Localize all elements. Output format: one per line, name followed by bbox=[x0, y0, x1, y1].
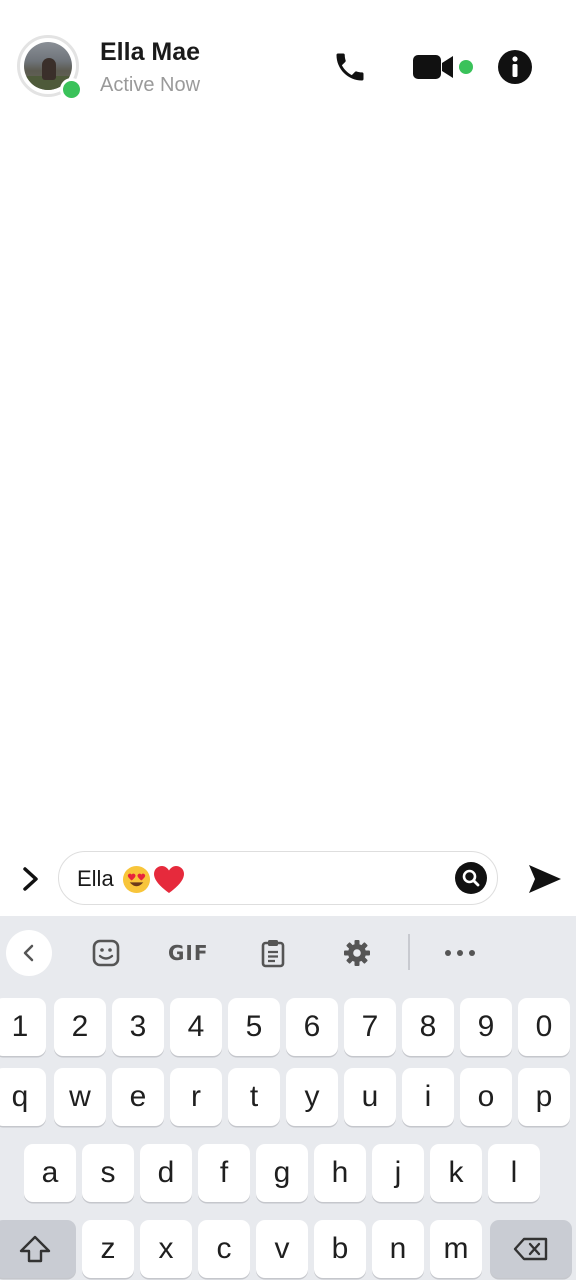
key-y[interactable]: y bbox=[286, 1068, 338, 1126]
key-n[interactable]: n bbox=[372, 1220, 424, 1278]
backspace-key[interactable] bbox=[490, 1220, 572, 1278]
message-thread bbox=[0, 135, 576, 840]
gif-button[interactable]: GIF bbox=[168, 941, 209, 965]
conversation-header: Ella Mae Active Now bbox=[0, 0, 576, 135]
more-dots-icon[interactable] bbox=[444, 949, 476, 957]
heart-eyes-emoji bbox=[122, 865, 151, 894]
key-f[interactable]: f bbox=[198, 1144, 250, 1202]
key-4[interactable]: 4 bbox=[170, 998, 222, 1056]
video-camera-icon[interactable] bbox=[411, 51, 455, 83]
key-p[interactable]: p bbox=[518, 1068, 570, 1126]
phone-icon[interactable] bbox=[332, 49, 368, 85]
key-1[interactable]: 1 bbox=[0, 998, 46, 1056]
video-active-dot bbox=[459, 60, 473, 74]
key-u[interactable]: u bbox=[344, 1068, 396, 1126]
key-d[interactable]: d bbox=[140, 1144, 192, 1202]
shift-icon bbox=[19, 1235, 51, 1263]
contact-name[interactable]: Ella Mae bbox=[100, 38, 200, 67]
message-input-text: Ella bbox=[77, 866, 114, 891]
key-7[interactable]: 7 bbox=[344, 998, 396, 1056]
chevron-left-icon[interactable] bbox=[6, 930, 52, 976]
key-j[interactable]: j bbox=[372, 1144, 424, 1202]
key-8[interactable]: 8 bbox=[402, 998, 454, 1056]
key-v[interactable]: v bbox=[256, 1220, 308, 1278]
key-x[interactable]: x bbox=[140, 1220, 192, 1278]
search-icon[interactable] bbox=[455, 862, 487, 894]
keyboard-toolbar: GIF bbox=[0, 916, 576, 990]
key-q[interactable]: q bbox=[0, 1068, 46, 1126]
clipboard-icon[interactable] bbox=[258, 938, 288, 968]
key-3[interactable]: 3 bbox=[112, 998, 164, 1056]
key-a[interactable]: a bbox=[24, 1144, 76, 1202]
key-w[interactable]: w bbox=[54, 1068, 106, 1126]
key-i[interactable]: i bbox=[402, 1068, 454, 1126]
online-status-dot bbox=[60, 78, 83, 101]
backspace-icon bbox=[513, 1237, 548, 1261]
message-input[interactable]: Ella bbox=[58, 851, 498, 905]
key-9[interactable]: 9 bbox=[460, 998, 512, 1056]
key-h[interactable]: h bbox=[314, 1144, 366, 1202]
key-s[interactable]: s bbox=[82, 1144, 134, 1202]
on-screen-keyboard: GIF 1 2 3 4 5 6 7 8 9 0 q w e r t y u i … bbox=[0, 916, 576, 1280]
key-2[interactable]: 2 bbox=[54, 998, 106, 1056]
key-z[interactable]: z bbox=[82, 1220, 134, 1278]
key-k[interactable]: k bbox=[430, 1144, 482, 1202]
toolbar-divider bbox=[408, 934, 410, 970]
message-composer: Ella bbox=[0, 840, 576, 916]
key-l[interactable]: l bbox=[488, 1144, 540, 1202]
key-5[interactable]: 5 bbox=[228, 998, 280, 1056]
key-c[interactable]: c bbox=[198, 1220, 250, 1278]
key-0[interactable]: 0 bbox=[518, 998, 570, 1056]
key-r[interactable]: r bbox=[170, 1068, 222, 1126]
info-icon[interactable] bbox=[497, 49, 533, 85]
key-m[interactable]: m bbox=[430, 1220, 482, 1278]
sticker-icon[interactable] bbox=[91, 938, 121, 968]
key-t[interactable]: t bbox=[228, 1068, 280, 1126]
chevron-right-icon[interactable] bbox=[16, 864, 44, 894]
key-b[interactable]: b bbox=[314, 1220, 366, 1278]
key-e[interactable]: e bbox=[112, 1068, 164, 1126]
key-g[interactable]: g bbox=[256, 1144, 308, 1202]
send-arrow-icon[interactable] bbox=[527, 862, 563, 896]
shift-key[interactable] bbox=[0, 1220, 76, 1278]
contact-status: Active Now bbox=[100, 74, 201, 96]
key-o[interactable]: o bbox=[460, 1068, 512, 1126]
red-heart-emoji bbox=[154, 866, 184, 893]
gear-icon[interactable] bbox=[342, 938, 372, 968]
key-6[interactable]: 6 bbox=[286, 998, 338, 1056]
